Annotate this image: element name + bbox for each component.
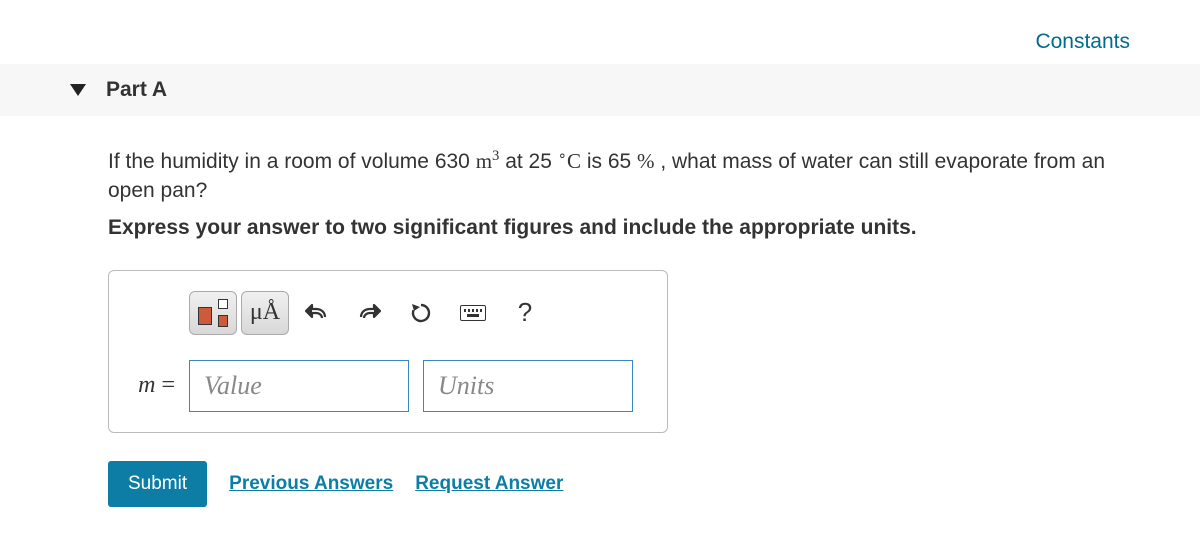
- symbols-button[interactable]: μÅ: [241, 291, 289, 335]
- help-button[interactable]: ?: [501, 291, 549, 335]
- answer-box: μÅ ? m =: [108, 270, 668, 433]
- symbols-icon: μÅ: [250, 299, 280, 326]
- redo-icon: [357, 303, 381, 323]
- units-input[interactable]: [423, 360, 633, 412]
- toolbar: μÅ ?: [189, 291, 649, 335]
- previous-answers-link[interactable]: Previous Answers: [229, 473, 393, 495]
- keyboard-button[interactable]: [449, 291, 497, 335]
- value-input[interactable]: [189, 360, 409, 412]
- equals-sign: =: [155, 372, 175, 398]
- reset-button[interactable]: [397, 291, 445, 335]
- submit-button[interactable]: Submit: [108, 461, 207, 507]
- answer-instruction: Express your answer to two significant f…: [108, 216, 1150, 240]
- q-prefix: If the humidity in a room of volume 630: [108, 150, 476, 173]
- question-text: If the humidity in a room of volume 630 …: [108, 146, 1150, 206]
- undo-icon: [305, 303, 329, 323]
- keyboard-icon: [460, 305, 486, 321]
- variable-symbol: m: [138, 372, 155, 398]
- caret-down-icon: [70, 84, 86, 96]
- help-icon: ?: [518, 297, 532, 328]
- q-degree: ∘: [558, 148, 567, 164]
- q-unit-base: m: [476, 149, 492, 173]
- part-title: Part A: [106, 78, 167, 102]
- q-mid1: at 25: [499, 150, 557, 173]
- templates-icon: [198, 299, 228, 327]
- templates-button[interactable]: [189, 291, 237, 335]
- q-temp-unit: C: [567, 149, 581, 173]
- q-percent: %: [637, 149, 655, 173]
- reset-icon: [409, 301, 433, 325]
- variable-label: m =: [127, 372, 175, 399]
- request-answer-link[interactable]: Request Answer: [415, 473, 563, 495]
- q-mid2: is 65: [581, 150, 637, 173]
- part-header[interactable]: Part A: [0, 64, 1200, 116]
- undo-button[interactable]: [293, 291, 341, 335]
- redo-button[interactable]: [345, 291, 393, 335]
- constants-link[interactable]: Constants: [1035, 30, 1130, 54]
